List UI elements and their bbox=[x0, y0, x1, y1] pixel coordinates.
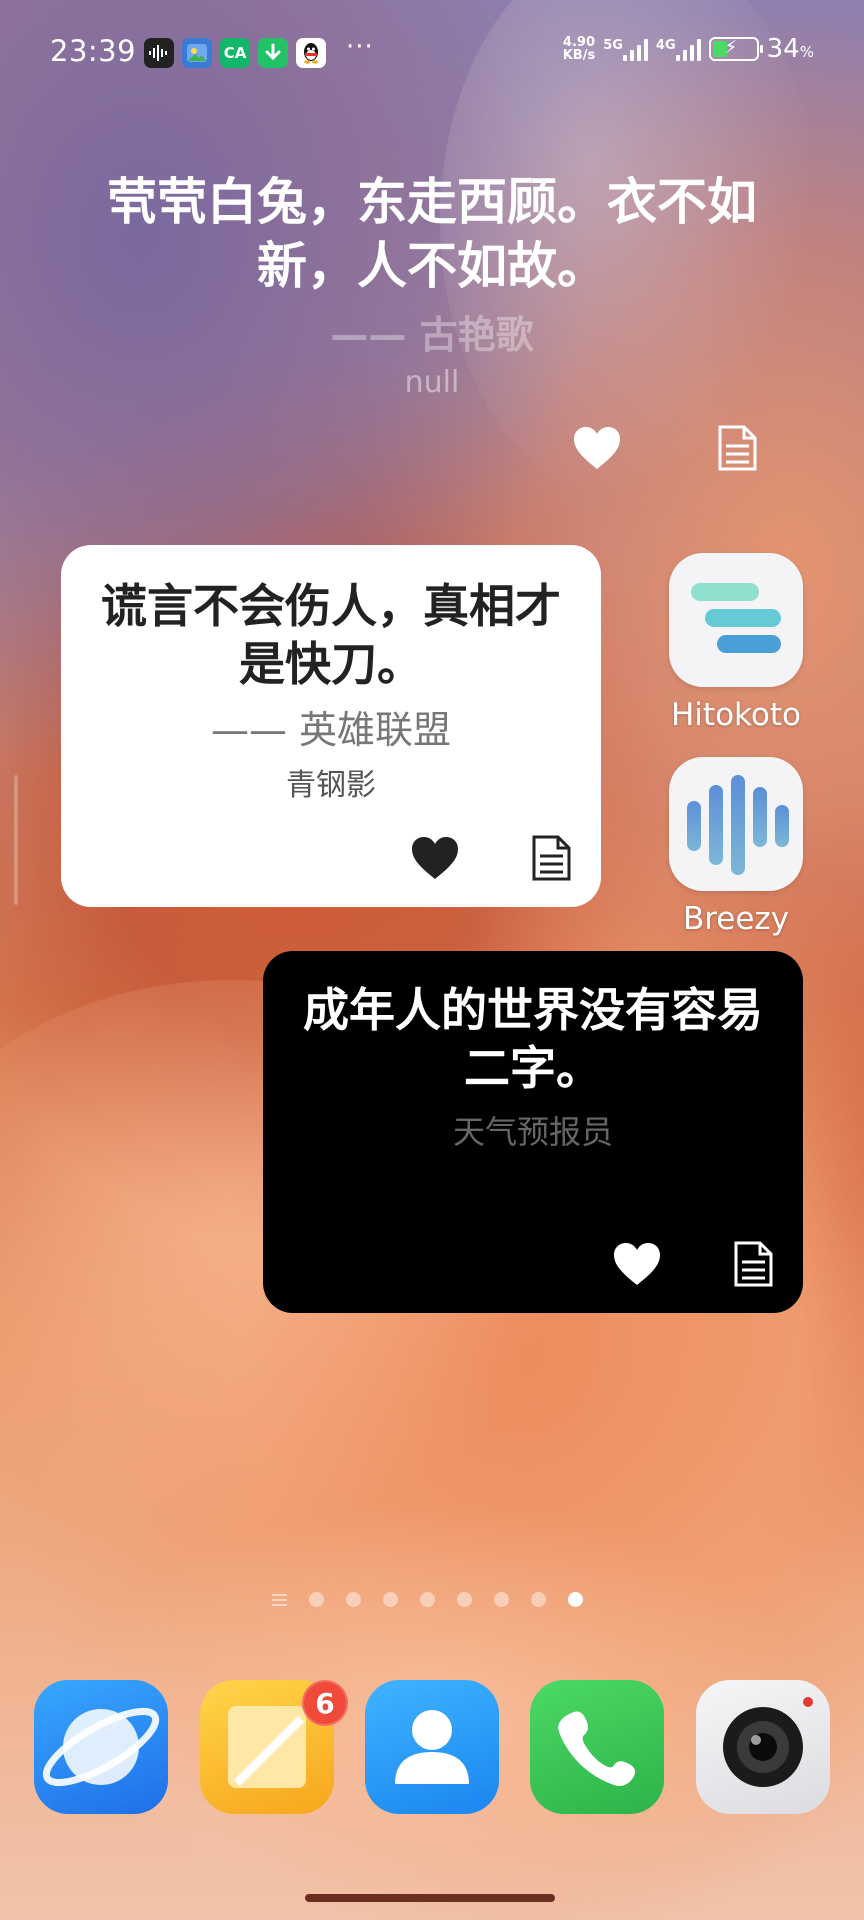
battery-icon: ⚡ bbox=[708, 37, 763, 61]
breezy-icon bbox=[669, 757, 803, 891]
hitokoto-widget-transparent[interactable]: 茕茕白兔，东走西顾。衣不如新，人不如故。 —— 古艳歌 null bbox=[64, 170, 800, 480]
page-dot[interactable] bbox=[383, 1592, 398, 1607]
quote-author: 青钢影 bbox=[286, 768, 376, 803]
edge-panel-handle[interactable] bbox=[14, 775, 18, 905]
copy-document-icon[interactable] bbox=[732, 1241, 774, 1287]
app-label: Breezy bbox=[682, 901, 790, 937]
signal-bars-icon bbox=[622, 37, 648, 61]
favorite-heart-icon[interactable] bbox=[572, 425, 622, 471]
browser-icon[interactable] bbox=[34, 1680, 168, 1814]
page-dot[interactable] bbox=[531, 1592, 546, 1607]
app-label: Hitokoto bbox=[671, 697, 801, 733]
app-hitokoto[interactable]: Hitokoto bbox=[668, 553, 804, 733]
battery-percent: 34% bbox=[766, 34, 814, 64]
quote-text: 茕茕白兔，东走西顾。衣不如新，人不如故。 bbox=[107, 173, 757, 295]
status-bar: 23:39 CA ··· 4.90 KB/s 5G 4G ⚡ 34% bbox=[0, 30, 864, 74]
status-time: 23:39 bbox=[50, 34, 137, 68]
hitokoto-widget-black[interactable]: 成年人的世界没有容易二字。 天气预报员 bbox=[263, 951, 803, 1313]
favorite-heart-icon[interactable] bbox=[612, 1241, 662, 1287]
network-speed: 4.90 KB/s bbox=[562, 35, 596, 63]
more-notifications-icon: ··· bbox=[346, 32, 374, 62]
app-breezy[interactable]: Breezy bbox=[668, 757, 804, 937]
quote-source: —— 古艳歌 bbox=[330, 313, 534, 357]
notification-icons: CA bbox=[144, 38, 326, 68]
notification-badge: 6 bbox=[302, 1680, 348, 1726]
system-indicators: 4.90 KB/s 5G 4G ⚡ 34% bbox=[563, 34, 814, 64]
audio-recorder-icon bbox=[144, 38, 174, 68]
qq-icon bbox=[296, 38, 326, 68]
copy-document-icon[interactable] bbox=[530, 835, 572, 881]
page-indicator[interactable] bbox=[272, 1592, 583, 1607]
signal-5g: 5G bbox=[603, 37, 648, 61]
quote-text: 成年人的世界没有容易二字。 bbox=[303, 983, 763, 1095]
app-ca-icon: CA bbox=[220, 38, 250, 68]
page-dot-active[interactable] bbox=[568, 1592, 583, 1607]
page-dot[interactable] bbox=[309, 1592, 324, 1607]
download-icon bbox=[258, 38, 288, 68]
page-dot[interactable] bbox=[346, 1592, 361, 1607]
dock: 6 bbox=[0, 1680, 864, 1820]
home-indicator[interactable] bbox=[305, 1894, 555, 1902]
hitokoto-widget-white[interactable]: 谎言不会伤人，真相才是快刀。 —— 英雄联盟 青钢影 bbox=[61, 545, 601, 907]
app-drawer-menu-icon[interactable] bbox=[272, 1593, 287, 1606]
page-dot[interactable] bbox=[420, 1592, 435, 1607]
quote-author: 天气预报员 bbox=[452, 1113, 613, 1151]
quote-author: null bbox=[404, 365, 460, 400]
page-dot[interactable] bbox=[457, 1592, 472, 1607]
phone-icon[interactable] bbox=[530, 1680, 664, 1814]
page-dot[interactable] bbox=[494, 1592, 509, 1607]
signal-4g: 4G bbox=[656, 37, 701, 61]
quote-source: —— 英雄联盟 bbox=[210, 708, 452, 752]
signal-bars-icon bbox=[675, 37, 701, 61]
quote-text: 谎言不会伤人，真相才是快刀。 bbox=[101, 579, 561, 691]
camera-icon[interactable] bbox=[696, 1680, 830, 1814]
hitokoto-icon bbox=[669, 553, 803, 687]
copy-document-icon[interactable] bbox=[716, 425, 758, 471]
photos-icon bbox=[182, 38, 212, 68]
favorite-heart-icon[interactable] bbox=[410, 835, 460, 881]
contacts-icon[interactable] bbox=[365, 1680, 499, 1814]
